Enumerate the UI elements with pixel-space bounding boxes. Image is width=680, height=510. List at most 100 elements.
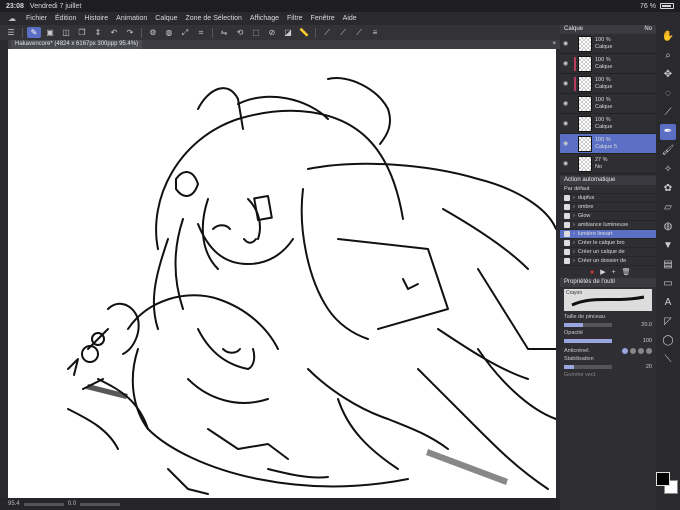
chevron-right-icon[interactable]: › xyxy=(573,239,575,248)
record-icon[interactable]: ● xyxy=(590,269,594,276)
action-checkbox[interactable] xyxy=(564,213,570,219)
action-item[interactable]: › Créer un dossier de xyxy=(560,257,656,266)
save-icon[interactable]: ▣ xyxy=(43,27,57,38)
deselect-icon[interactable]: ⊘ xyxy=(265,27,279,38)
layer-row[interactable]: ◉ 100 % Calque xyxy=(560,94,656,114)
gradient-icon[interactable]: ▤ xyxy=(660,257,676,273)
menu-affichage[interactable]: Affichage xyxy=(250,15,279,22)
stab-slider[interactable] xyxy=(564,365,612,369)
document-tab[interactable]: Hakavencore* (4824 x 6167px 300ppp 95.4%… xyxy=(11,40,143,49)
brush-icon[interactable]: 🖌 xyxy=(660,143,676,159)
menu-calque[interactable]: Calque xyxy=(155,15,177,22)
invert-icon[interactable]: ◪ xyxy=(281,27,295,38)
fill-icon[interactable]: ◍ xyxy=(162,27,176,38)
visibility-eye-icon[interactable]: ◉ xyxy=(563,120,568,127)
play-icon[interactable]: ▶ xyxy=(600,268,605,276)
chevron-right-icon[interactable]: › xyxy=(573,203,575,212)
action-checkbox[interactable] xyxy=(564,195,570,201)
pen-tool-icon[interactable]: ✎ xyxy=(27,27,41,38)
visibility-eye-icon[interactable]: ◉ xyxy=(563,80,568,87)
snap-icon[interactable]: ⟋ xyxy=(320,27,334,38)
eyedropper-icon[interactable]: ⟋ xyxy=(660,105,676,121)
layer-row[interactable]: ◉ 100 % Calque 5 xyxy=(560,134,656,154)
menu-selection[interactable]: Zone de Sélection xyxy=(185,15,241,22)
frame-icon[interactable]: ◸ xyxy=(660,314,676,330)
chevron-right-icon[interactable]: › xyxy=(573,257,575,266)
hand-icon[interactable]: ✋ xyxy=(660,29,676,45)
undo-icon[interactable]: ↶ xyxy=(107,27,121,38)
rotate-icon[interactable]: ⟲ xyxy=(233,27,247,38)
chevron-right-icon[interactable]: › xyxy=(573,194,575,203)
snap-grid-icon[interactable]: ⟋ xyxy=(336,27,350,38)
zoom-value[interactable]: 95.4 xyxy=(8,501,20,507)
stab-value[interactable]: 20 xyxy=(646,364,652,370)
main-color-swatch[interactable] xyxy=(656,472,670,486)
action-checkbox[interactable] xyxy=(564,249,570,255)
list-icon[interactable]: ≡ xyxy=(368,27,382,38)
angle-value[interactable]: 0.0 xyxy=(68,501,76,507)
blend-icon[interactable]: ◍ xyxy=(660,219,676,235)
visibility-eye-icon[interactable]: ◉ xyxy=(563,100,568,107)
transform-icon[interactable]: ⤢ xyxy=(178,27,192,38)
app-logo-icon[interactable]: ☁ xyxy=(8,14,18,23)
flip-icon[interactable]: ⇋ xyxy=(217,27,231,38)
new-action-icon[interactable]: + xyxy=(612,269,616,276)
figure-icon[interactable]: ▭ xyxy=(660,276,676,292)
layer-row[interactable]: ◉ 27 % No xyxy=(560,154,656,174)
menu-fichier[interactable]: Fichier xyxy=(26,15,47,22)
balloon-icon[interactable]: ◯ xyxy=(660,333,676,349)
drawing-canvas[interactable] xyxy=(8,49,556,498)
lasso-icon[interactable]: ◌ xyxy=(660,86,676,102)
blend-mode[interactable]: No xyxy=(644,25,652,34)
line-icon[interactable]: ⟍ xyxy=(660,352,676,368)
menu-animation[interactable]: Animation xyxy=(116,15,147,22)
antialias-options[interactable] xyxy=(622,348,652,354)
size-value[interactable]: 20.0 xyxy=(641,322,652,328)
size-slider[interactable] xyxy=(564,323,612,327)
move-icon[interactable]: ✥ xyxy=(660,67,676,83)
chevron-right-icon[interactable]: › xyxy=(573,221,575,230)
menu-filtre[interactable]: Filtre xyxy=(287,15,303,22)
zoom-slider[interactable] xyxy=(23,502,64,506)
rotation-slider[interactable] xyxy=(80,502,121,506)
antialias-none[interactable] xyxy=(622,348,628,354)
redo-icon[interactable]: ↷ xyxy=(123,27,137,38)
action-checkbox[interactable] xyxy=(564,240,570,246)
layer-row[interactable]: ◉ 100 % Calque xyxy=(560,114,656,134)
menu-edition[interactable]: Édition xyxy=(55,15,76,22)
menu-fenetre[interactable]: Fenêtre xyxy=(311,15,335,22)
menu-aide[interactable]: Aide xyxy=(343,15,357,22)
airbrush-icon[interactable]: ✧ xyxy=(660,162,676,178)
eraser-icon[interactable]: ▱ xyxy=(660,200,676,216)
stepper-icon[interactable]: ⇕ xyxy=(91,27,105,38)
text-icon[interactable]: A xyxy=(660,295,676,311)
ruler-icon[interactable]: 📏 xyxy=(297,27,311,38)
select-all-icon[interactable]: ⬚ xyxy=(249,27,263,38)
action-checkbox[interactable] xyxy=(564,258,570,264)
action-checkbox[interactable] xyxy=(564,222,570,228)
opacity-value[interactable]: 100 xyxy=(643,338,652,344)
chevron-right-icon[interactable]: › xyxy=(573,248,575,257)
layer-row[interactable]: ◉ 100 % Calque xyxy=(560,34,656,54)
antialias-low[interactable] xyxy=(630,348,636,354)
visibility-eye-icon[interactable]: ◉ xyxy=(563,40,568,47)
delete-action-icon[interactable]: 🗑 xyxy=(622,268,631,276)
close-tab-icon[interactable]: × xyxy=(552,40,556,49)
fill-icon[interactable]: ▼ xyxy=(660,238,676,254)
zoom-icon[interactable]: ⌕ xyxy=(660,48,676,64)
crop-icon[interactable]: ⌗ xyxy=(194,27,208,38)
action-checkbox[interactable] xyxy=(564,231,570,237)
chevron-right-icon[interactable]: › xyxy=(573,230,575,239)
visibility-eye-icon[interactable]: ◉ xyxy=(563,60,568,67)
layer-row[interactable]: ◉ 100 % Calque xyxy=(560,54,656,74)
visibility-eye-icon[interactable]: ◉ xyxy=(563,160,568,167)
decoration-icon[interactable]: ✿ xyxy=(660,181,676,197)
settings-icon[interactable]: ⚙ xyxy=(146,27,160,38)
antialias-mid[interactable] xyxy=(638,348,644,354)
menu-icon[interactable]: ☰ xyxy=(4,27,18,38)
action-checkbox[interactable] xyxy=(564,204,570,210)
copy-icon[interactable]: ❐ xyxy=(75,27,89,38)
layer-row[interactable]: ◉ 100 % Calque xyxy=(560,74,656,94)
chevron-right-icon[interactable]: › xyxy=(573,212,575,221)
menu-histoire[interactable]: Histoire xyxy=(84,15,108,22)
